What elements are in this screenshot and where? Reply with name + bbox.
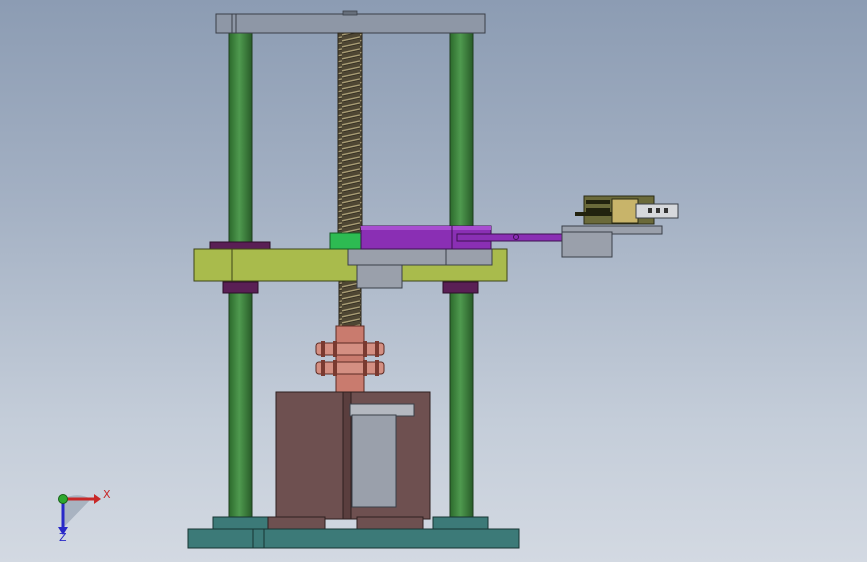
gripper — [575, 195, 679, 225]
triad-x-arrowhead — [94, 494, 101, 504]
gripper-bracket — [561, 225, 663, 258]
top-plate — [215, 10, 486, 34]
screw-nut-block — [329, 232, 362, 250]
triad-x-label: X — [103, 488, 111, 501]
shaft-coupling — [315, 325, 385, 393]
column-foot-left — [212, 516, 269, 530]
orientation-triad[interactable] — [58, 494, 101, 535]
flange-nut-left — [222, 281, 259, 294]
bearing-top-left — [209, 241, 271, 250]
arm-rod — [456, 233, 564, 242]
triad-z-label: Z — [59, 531, 67, 544]
column-foot-right — [432, 516, 489, 530]
machine-model[interactable] — [0, 0, 867, 562]
triad-y-axis — [58, 494, 68, 504]
base-plate — [187, 528, 520, 549]
flange-nut-right — [442, 281, 479, 294]
cad-viewport[interactable]: X Z — [0, 0, 867, 562]
